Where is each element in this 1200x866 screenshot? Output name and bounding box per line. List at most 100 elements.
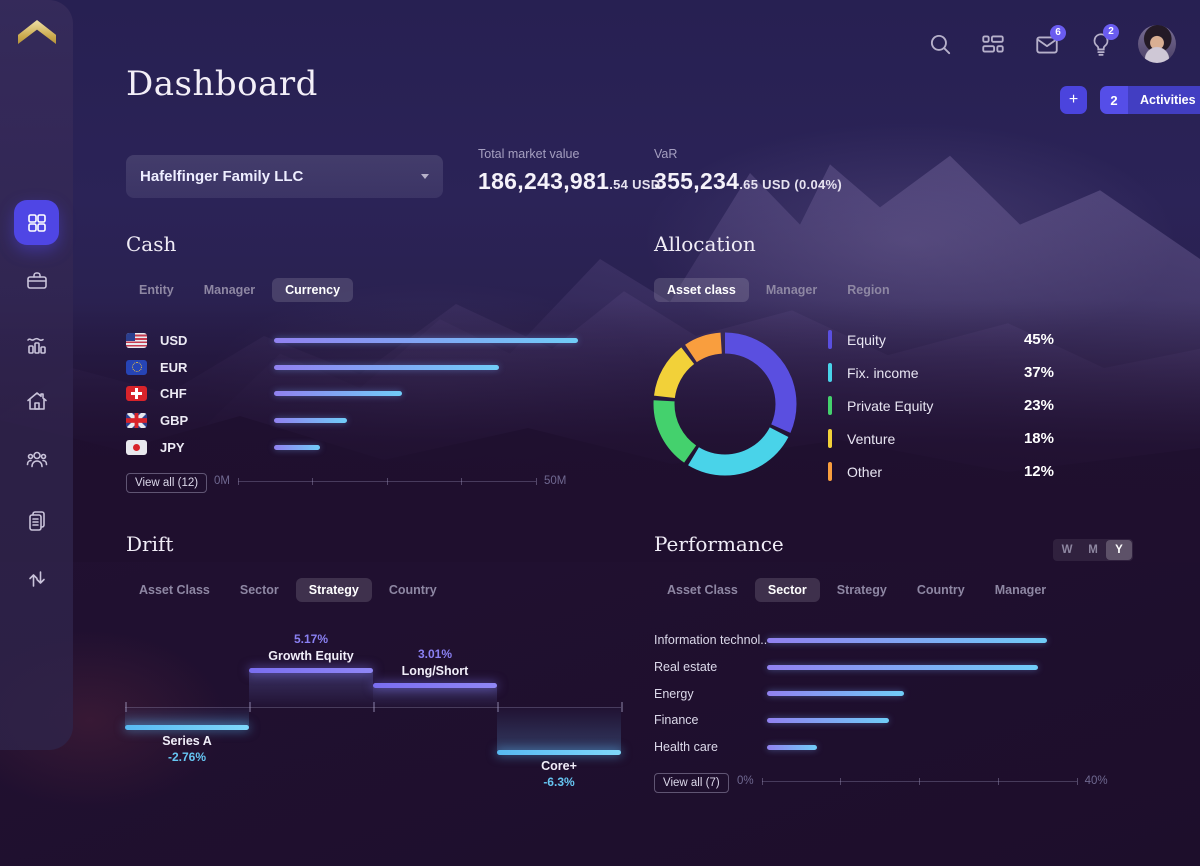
sidebar-item-home[interactable]	[14, 378, 59, 423]
performance-view-all-button[interactable]: View all (7)	[654, 773, 729, 793]
bar-track	[767, 691, 1100, 696]
cash-panel: Cash EntityManagerCurrency USDEURCHFGBPJ…	[126, 232, 592, 502]
sidebar-item-briefcase[interactable]	[14, 258, 59, 303]
drift-tab-strategy[interactable]: Strategy	[296, 578, 372, 602]
bar-track	[767, 638, 1100, 643]
legend-label: Equity	[847, 332, 1024, 348]
performance-bar	[767, 718, 889, 723]
sidebar-item-analytics-chart[interactable]	[14, 322, 59, 367]
performance-tab-country[interactable]: Country	[904, 578, 978, 602]
add-button[interactable]: +	[1060, 86, 1087, 114]
bar-track	[274, 418, 578, 423]
messages-badge: 6	[1050, 25, 1066, 41]
stat-value: 355,234	[654, 168, 739, 194]
search-icon	[927, 31, 953, 57]
stat-suffix: .54 USD	[609, 177, 660, 192]
allocation-legend: Equity45%Fix. income37%Private Equity23%…	[828, 323, 1054, 488]
bar-track	[767, 745, 1100, 750]
sector-label: Health care	[654, 740, 767, 754]
activities-label: Activities	[1128, 86, 1200, 114]
allocation-tab-asset-class[interactable]: Asset class	[654, 278, 749, 302]
allocation-tab-manager[interactable]: Manager	[753, 278, 830, 302]
legend-item: Fix. income37%	[828, 356, 1054, 389]
drift-waterfall-chart: Series A-2.76%5.17%Growth Equity3.01%Lon…	[125, 620, 621, 800]
legend-label: Private Equity	[847, 398, 1024, 414]
legend-color	[828, 462, 832, 481]
period-m[interactable]: M	[1080, 540, 1106, 560]
axis-max: 50M	[544, 475, 566, 487]
cash-tab-currency[interactable]: Currency	[272, 278, 353, 302]
search-button[interactable]	[927, 31, 953, 57]
activities-count-badge: 2	[1100, 86, 1128, 114]
legend-item: Other12%	[828, 455, 1054, 488]
period-w[interactable]: W	[1054, 540, 1080, 560]
allocation-tab-region[interactable]: Region	[834, 278, 902, 302]
cash-view-all-button[interactable]: View all (12)	[126, 473, 207, 493]
brand-logo[interactable]	[18, 20, 56, 48]
sidebar-item-documents[interactable]	[14, 498, 59, 543]
cash-title: Cash	[126, 232, 592, 256]
axis-min: 0%	[737, 775, 754, 787]
performance-row: Energy	[654, 680, 1100, 707]
drift-tab-sector[interactable]: Sector	[227, 578, 292, 602]
drift-tab-asset-class[interactable]: Asset Class	[126, 578, 223, 602]
performance-tab-strategy[interactable]: Strategy	[824, 578, 900, 602]
activities-row: + 2 Activities	[1060, 86, 1200, 114]
allocation-donut-chart	[653, 332, 797, 476]
bar-track	[274, 338, 578, 343]
period-y[interactable]: Y	[1106, 540, 1132, 560]
ideas-button[interactable]: 2	[1088, 31, 1114, 57]
performance-tab-asset-class[interactable]: Asset Class	[654, 578, 751, 602]
apps-button[interactable]	[980, 31, 1006, 57]
sidebar-item-dashboard-grid[interactable]	[14, 200, 59, 245]
axis-tick	[387, 478, 388, 485]
bar-track	[767, 665, 1100, 670]
performance-tab-sector[interactable]: Sector	[755, 578, 820, 602]
account-selector[interactable]: Hafelfinger Family LLC	[126, 155, 443, 198]
drift-bar-value: -6.3%	[497, 775, 621, 789]
flag-ch-icon	[126, 386, 147, 401]
flag-jp-icon	[126, 440, 147, 455]
cash-tab-manager[interactable]: Manager	[191, 278, 268, 302]
drift-bar	[497, 707, 621, 752]
cash-tab-entity[interactable]: Entity	[126, 278, 187, 302]
drift-bar-edge	[125, 725, 249, 730]
sector-label: Finance	[654, 713, 767, 727]
avatar[interactable]	[1138, 25, 1176, 63]
legend-percent: 45%	[1024, 331, 1054, 348]
sidebar-item-clients[interactable]	[14, 436, 59, 481]
currency-code: GBP	[160, 413, 206, 428]
drift-tab-country[interactable]: Country	[376, 578, 450, 602]
axis-tick	[919, 778, 920, 785]
sidebar-item-transfers[interactable]	[14, 556, 59, 601]
legend-color	[828, 363, 832, 382]
performance-row: Finance	[654, 707, 1100, 734]
chevron-down-icon	[421, 174, 429, 179]
stat-suffix: .65 USD (0.04%)	[739, 177, 842, 192]
currency-code: USD	[160, 333, 206, 348]
currency-code: JPY	[160, 440, 206, 455]
bar-track	[274, 365, 578, 370]
sector-label: Real estate	[654, 660, 767, 674]
drift-bar-name: Series A	[125, 734, 249, 748]
performance-panel: Performance WMY Asset ClassSectorStrateg…	[654, 532, 1124, 822]
performance-axis: 0% 40%	[737, 775, 1117, 787]
activities-button[interactable]: 2 Activities	[1100, 86, 1200, 114]
legend-percent: 18%	[1024, 430, 1054, 447]
performance-tab-manager[interactable]: Manager	[982, 578, 1059, 602]
performance-row: Real estate	[654, 654, 1100, 681]
cash-rows: USDEURCHFGBPJPY	[126, 327, 578, 460]
analytics-chart-icon	[25, 333, 49, 357]
page-title: Dashboard	[126, 64, 318, 104]
drift-tabs: Asset ClassSectorStrategyCountry	[126, 578, 450, 602]
drift-bar	[249, 670, 373, 707]
cash-axis: 0M 50M	[214, 475, 578, 487]
performance-tabs: Asset ClassSectorStrategyCountryManager	[654, 578, 1059, 602]
drift-bar-value: 5.17%	[249, 632, 373, 646]
allocation-tabs: Asset classManagerRegion	[654, 278, 903, 302]
briefcase-icon	[25, 269, 49, 293]
drift-bar-name: Core+	[497, 759, 621, 773]
legend-percent: 12%	[1024, 463, 1054, 480]
performance-row: Health care	[654, 734, 1100, 761]
messages-button[interactable]: 6	[1034, 32, 1060, 58]
